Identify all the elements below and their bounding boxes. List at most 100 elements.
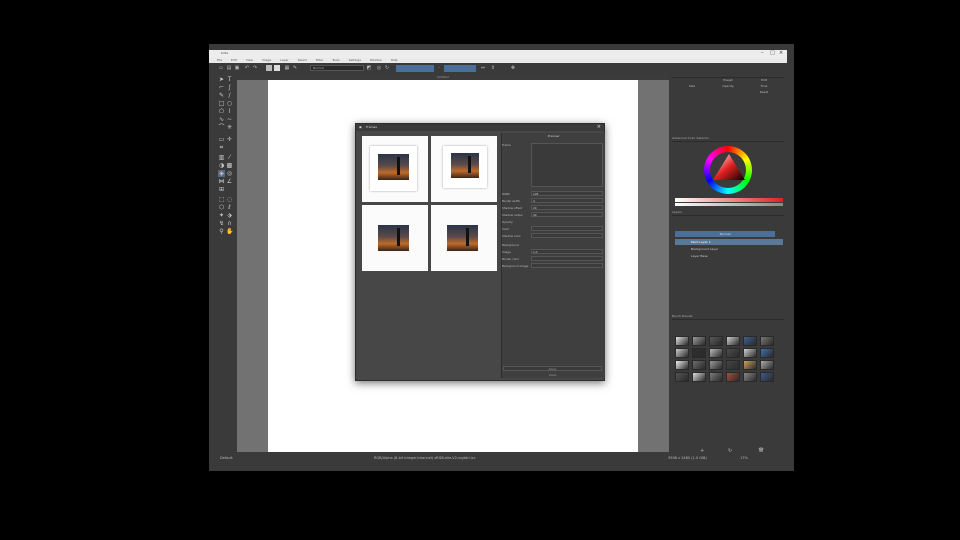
rect-select-icon[interactable]: ⬚ <box>218 196 225 203</box>
mirror-vertical-icon[interactable]: ⇕ <box>490 65 496 71</box>
similar-select-icon[interactable]: ⬗ <box>226 212 233 219</box>
menu-help[interactable]: Help <box>391 58 398 62</box>
smart-patch-icon[interactable]: ▩ <box>226 162 233 169</box>
new-document-icon[interactable]: ▫ <box>218 65 224 71</box>
menu-filter[interactable]: Filter <box>316 58 323 62</box>
edit-shapes-icon[interactable]: ⌐ <box>218 84 225 91</box>
brush-preset-tile[interactable] <box>743 348 757 358</box>
brush-preset-tile[interactable] <box>692 336 706 346</box>
reload-preset-icon[interactable]: ↻ <box>384 65 390 71</box>
background-image-input[interactable] <box>531 263 603 268</box>
brush-preset-tile[interactable] <box>675 348 689 358</box>
open-document-icon[interactable]: ▤ <box>226 65 232 71</box>
reset-button[interactable]: Reset <box>752 90 776 95</box>
menu-file[interactable]: File <box>217 58 222 62</box>
shadow-radius-input[interactable]: 40 <box>531 212 603 217</box>
menu-view[interactable]: View <box>246 58 253 62</box>
colorize-mask-icon[interactable]: ◑ <box>218 162 225 169</box>
frame-thumbnail-4[interactable] <box>431 205 497 271</box>
polygon-select-icon[interactable]: ⬡ <box>218 204 225 211</box>
border-color-input[interactable] <box>531 256 603 261</box>
menu-select[interactable]: Select <box>298 58 307 62</box>
brush-preset-tile[interactable] <box>675 372 689 382</box>
wrap-around-icon[interactable]: ✥ <box>510 65 516 71</box>
close-button[interactable]: Close <box>503 373 602 378</box>
magnetic-select-icon[interactable]: ∩ <box>226 220 233 227</box>
frame-thumbnail-2[interactable] <box>431 136 497 202</box>
menu-settings[interactable]: Settings <box>349 58 361 62</box>
rectangle-tool-icon[interactable]: □ <box>218 100 225 107</box>
image-input[interactable]: 1.0 <box>531 249 603 254</box>
fill-pattern-icon[interactable]: ▦ <box>284 65 290 71</box>
menu-window[interactable]: Window <box>370 58 382 62</box>
brush-preset-tile[interactable] <box>743 360 757 370</box>
opacity-button[interactable]: Opacity <box>716 84 740 89</box>
brush-tool-icon[interactable]: ✎ <box>218 92 225 99</box>
color-input[interactable] <box>531 226 603 231</box>
brush-preset-tile[interactable] <box>743 372 757 382</box>
save-icon[interactable]: ▣ <box>234 65 240 71</box>
opacity-slider[interactable] <box>396 65 434 72</box>
layer-row[interactable]: Background Layer <box>675 246 783 252</box>
edit-button[interactable]: Edit <box>752 78 776 83</box>
blending-mode-select[interactable]: Normal <box>310 65 364 71</box>
line-tool-icon[interactable]: / <box>226 92 233 99</box>
preset-button[interactable]: Preset <box>716 78 740 83</box>
brush-preset-tile[interactable] <box>709 348 723 358</box>
brush-preset-tile[interactable] <box>726 372 740 382</box>
mirror-horizontal-icon[interactable]: ⇔ <box>480 65 486 71</box>
close-icon[interactable]: × <box>779 50 783 57</box>
border-width-input[interactable]: 4 <box>531 198 603 203</box>
zoom-tool-icon[interactable]: ⚲ <box>218 228 225 235</box>
shadow-offset-input[interactable]: 20 <box>531 205 603 210</box>
bezier-tool-icon[interactable]: ∿ <box>218 116 225 123</box>
measure-tool-icon[interactable]: ∠ <box>226 178 233 185</box>
size-button[interactable]: Size <box>680 84 704 89</box>
menu-edit[interactable]: Edit <box>231 58 237 62</box>
pattern-swatch-icon[interactable] <box>274 65 280 71</box>
eraser-icon[interactable]: ◩ <box>366 65 372 71</box>
status-zoom[interactable]: 17% <box>740 452 748 464</box>
select-shapes-icon[interactable]: ➤ <box>218 76 225 83</box>
assistant-tool-icon[interactable]: ⋈ <box>218 178 225 185</box>
freehand-select-icon[interactable]: ℓ <box>226 204 233 211</box>
menu-tools[interactable]: Tools <box>332 58 339 62</box>
maximize-icon[interactable]: □ <box>770 50 775 57</box>
width-input[interactable]: 128 <box>531 191 603 196</box>
brush-preset-tile[interactable] <box>760 372 774 382</box>
brush-preset-tile[interactable] <box>726 360 740 370</box>
multibrush-icon[interactable]: ✳ <box>226 124 233 131</box>
gradient-swatch-icon[interactable] <box>266 65 272 71</box>
layer-blend-mode[interactable]: Normal <box>675 231 775 237</box>
polygon-tool-icon[interactable]: ⬠ <box>218 108 225 115</box>
dialog-close-icon[interactable]: × <box>597 124 601 131</box>
color-triangle[interactable] <box>710 150 748 188</box>
menu-layer[interactable]: Layer <box>280 58 288 62</box>
layer-row[interactable]: Paint Layer 1 <box>675 239 783 245</box>
brush-preset-tile[interactable] <box>675 336 689 346</box>
dynamic-brush-icon[interactable]: ⌒ <box>218 124 225 131</box>
brush-preset-icon[interactable]: ✎ <box>292 65 298 71</box>
color-slider-2[interactable] <box>675 203 783 206</box>
brush-preset-tile[interactable] <box>692 348 706 358</box>
text-tool-icon[interactable]: T <box>226 76 233 83</box>
calligraphy-icon[interactable]: ∫ <box>226 84 233 91</box>
redo-icon[interactable]: ↷ <box>252 65 258 71</box>
bezier-select-icon[interactable]: ↯ <box>218 220 225 227</box>
minimize-icon[interactable]: – <box>761 50 764 57</box>
transform-tool-icon[interactable]: ▭ <box>218 136 225 143</box>
brush-preset-tile[interactable] <box>692 372 706 382</box>
brush-preset-tile[interactable] <box>675 360 689 370</box>
brush-preset-tile[interactable] <box>709 372 723 382</box>
flow-button[interactable]: Flow <box>752 84 776 89</box>
brush-preset-tile[interactable] <box>726 336 740 346</box>
crop-tool-icon[interactable]: ⌗ <box>218 144 225 151</box>
fill-tool-icon[interactable]: ◈ <box>218 170 225 177</box>
frame-thumbnail-3[interactable] <box>362 205 428 271</box>
gradient-tool-icon[interactable]: ▥ <box>218 154 225 161</box>
enclose-fill-icon[interactable]: ◎ <box>226 170 233 177</box>
layer-row[interactable]: Layer Base <box>675 253 783 259</box>
brush-preset-tile[interactable] <box>760 348 774 358</box>
ellipse-select-icon[interactable]: ◌ <box>226 196 233 203</box>
color-slider-1[interactable] <box>675 198 783 202</box>
